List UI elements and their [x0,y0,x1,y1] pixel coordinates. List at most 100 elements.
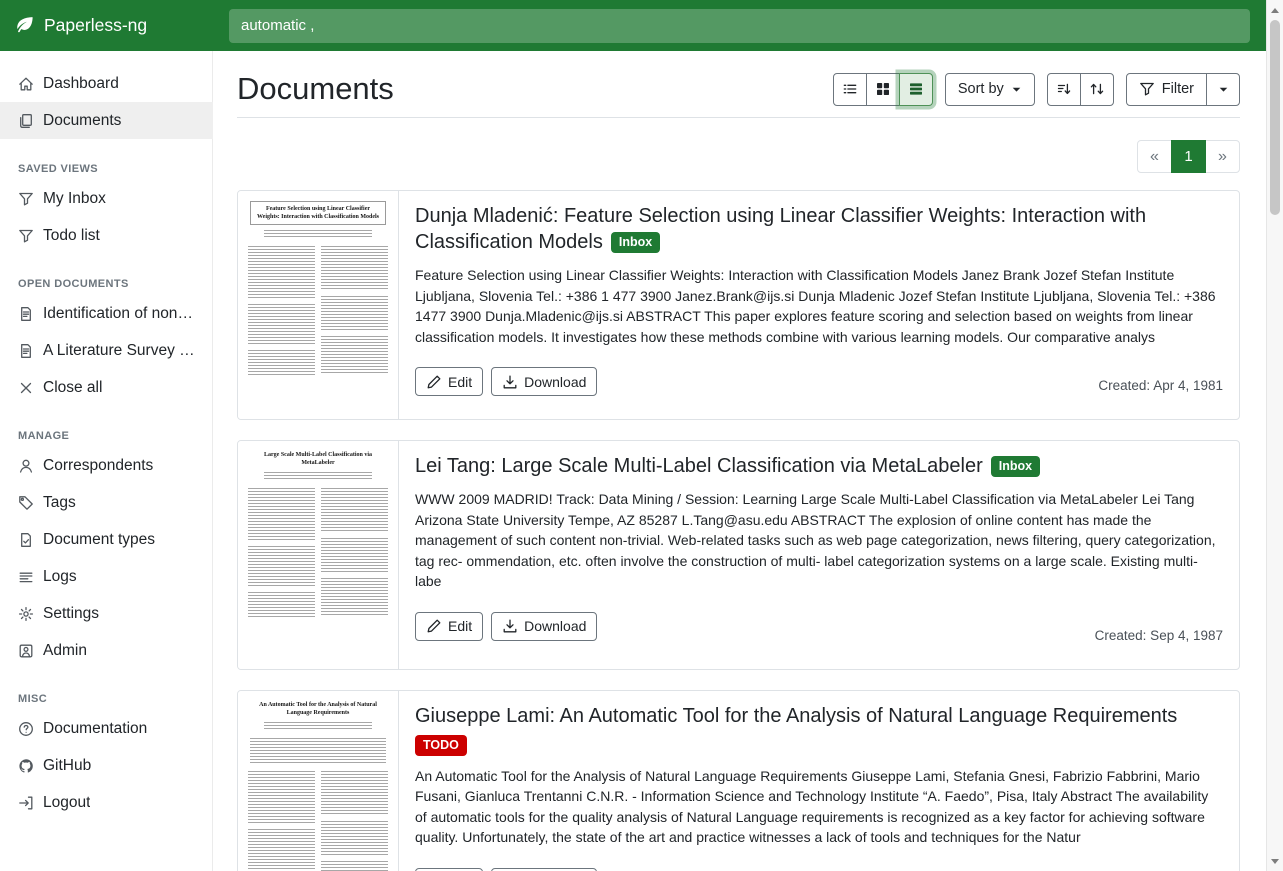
thumbnail-text-lines [321,296,388,330]
file-check-icon [18,532,34,548]
filter-button[interactable]: Filter [1126,73,1207,106]
tag-badge-inbox[interactable]: Inbox [611,232,660,253]
funnel-icon [18,228,34,244]
sidebar-item-correspondents[interactable]: Correspondents [0,447,213,484]
thumbnail-title: Feature Selection using Linear Classifie… [250,201,386,225]
file-text-icon [18,306,34,322]
sidebar-item-label: Todo list [43,225,100,246]
thumbnail-text-lines [321,771,388,815]
funnel-icon [18,191,34,207]
sidebar-item-my-inbox[interactable]: My Inbox [0,180,213,217]
sidebar-item-label: Correspondents [43,455,153,476]
gear-icon [18,606,34,622]
caret-down-icon [1218,84,1229,95]
sidebar-item-documentation[interactable]: Documentation [0,710,213,747]
edit-button[interactable]: Edit [415,612,483,641]
search-input[interactable] [229,9,1250,43]
leaf-logo-icon [14,15,35,36]
sidebar-item-label: Documents [43,110,121,131]
sidebar-item-label: GitHub [43,755,91,776]
document-title[interactable]: Giuseppe Lami: An Automatic Tool for the… [415,703,1223,729]
thumbnail-text-lines [250,738,386,764]
list-view-button[interactable] [833,73,867,106]
scrollbar-up-arrow-icon[interactable] [1267,2,1283,18]
pencil-icon [426,618,442,634]
thumbnail-title: An Automatic Tool for the Analysis of Na… [250,701,386,717]
filter-group: Filter [1126,73,1240,106]
house-icon [18,76,34,92]
sort-alphabetical-button[interactable] [1080,73,1114,106]
thumbnail-text-lines [248,246,315,298]
sidebar-item-label: Document types [43,529,155,550]
sidebar-item-a-literature-survey-on[interactable]: A Literature Survey on ... [0,332,213,369]
sort-alpha-icon [1089,81,1105,97]
sidebar-item-close-all[interactable]: Close all [0,369,213,406]
list-icon [18,569,34,585]
view-list-icon [842,81,858,97]
app-brand[interactable]: Paperless-ng [0,15,213,36]
thumbnail-text-lines [248,592,315,618]
sidebar-item-tags[interactable]: Tags [0,484,213,521]
sidebar-item-github[interactable]: GitHub [0,747,213,784]
sort-direction-button[interactable] [1047,73,1081,106]
view-grid-icon [875,81,891,97]
grid-view-button[interactable] [866,73,900,106]
thumbnail-text-lines [248,304,315,344]
thumbnail-text-lines [248,829,315,869]
document-title-text: Lei Tang: Large Scale Multi-Label Classi… [415,455,983,477]
document-card: Large Scale Multi-Label Classification v… [237,440,1240,670]
sidebar-section-title: MISC [18,693,195,706]
brand-name: Paperless-ng [44,15,147,36]
thumbnail-text-lines [321,246,388,290]
sort-by-button[interactable]: Sort by [945,73,1035,106]
page-header: Documents Sort by [237,70,1240,108]
download-button[interactable]: Download [491,612,597,641]
download-button[interactable]: Download [491,367,597,396]
thumbnail-text-lines [248,771,315,823]
download-button-label: Download [524,618,586,634]
sidebar-item-document-types[interactable]: Document types [0,521,213,558]
sidebar-section-title: SAVED VIEWS [18,163,195,176]
document-title[interactable]: Lei Tang: Large Scale Multi-Label Classi… [415,453,1223,479]
sidebar-item-label: Identification of non-fu... [43,303,195,324]
sort-direction-group [1047,73,1114,106]
tag-badge-todo[interactable]: TODO [415,735,467,756]
sidebar-section-title: OPEN DOCUMENTS [18,278,195,291]
filter-dropdown-button[interactable] [1206,73,1240,106]
pagination-prev-button[interactable]: « [1137,140,1172,173]
scrollbar-down-arrow-icon[interactable] [1267,853,1283,869]
scrollbar-thumb[interactable] [1270,20,1280,215]
sidebar-item-settings[interactable]: Settings [0,595,213,632]
sidebar-item-identification-of-non-fu[interactable]: Identification of non-fu... [0,295,213,332]
sidebar-item-documents[interactable]: Documents [0,102,213,139]
tag-badge-inbox[interactable]: Inbox [991,456,1040,477]
sidebar-item-logs[interactable]: Logs [0,558,213,595]
document-thumbnail[interactable]: Large Scale Multi-Label Classification v… [238,441,399,669]
vertical-scrollbar[interactable] [1266,0,1283,871]
edit-button[interactable]: Edit [415,367,483,396]
sidebar-item-dashboard[interactable]: Dashboard [0,65,213,102]
pagination-page-1-button[interactable]: 1 [1171,140,1206,173]
thumbnail-text-lines [321,336,388,374]
close-icon [18,380,34,396]
document-title[interactable]: Dunja Mladenić: Feature Selection using … [415,203,1223,255]
funnel-icon [1139,81,1155,97]
document-thumbnail[interactable]: Feature Selection using Linear Classifie… [238,191,399,419]
sidebar-item-label: Admin [43,640,87,661]
thumbnail-text-lines [264,230,372,239]
pagination-next-button[interactable]: » [1205,140,1240,173]
document-thumbnail[interactable]: An Automatic Tool for the Analysis of Na… [238,691,399,871]
tag-icon [18,495,34,511]
thumbnail-text-lines [321,488,388,532]
edit-button[interactable]: Edit [415,868,483,871]
download-button[interactable]: Download [491,868,597,871]
sidebar-item-logout[interactable]: Logout [0,784,213,821]
sidebar-item-todo-list[interactable]: Todo list [0,217,213,254]
edit-button-label: Edit [448,374,472,390]
sidebar-item-admin[interactable]: Admin [0,632,213,669]
header-divider [237,117,1240,118]
search-bar [213,9,1283,43]
card-view-button[interactable] [899,73,933,106]
thumbnail-text-lines [248,350,315,376]
sidebar: Dashboard Documents SAVED VIEWS My Inbox Tod… [0,51,213,871]
